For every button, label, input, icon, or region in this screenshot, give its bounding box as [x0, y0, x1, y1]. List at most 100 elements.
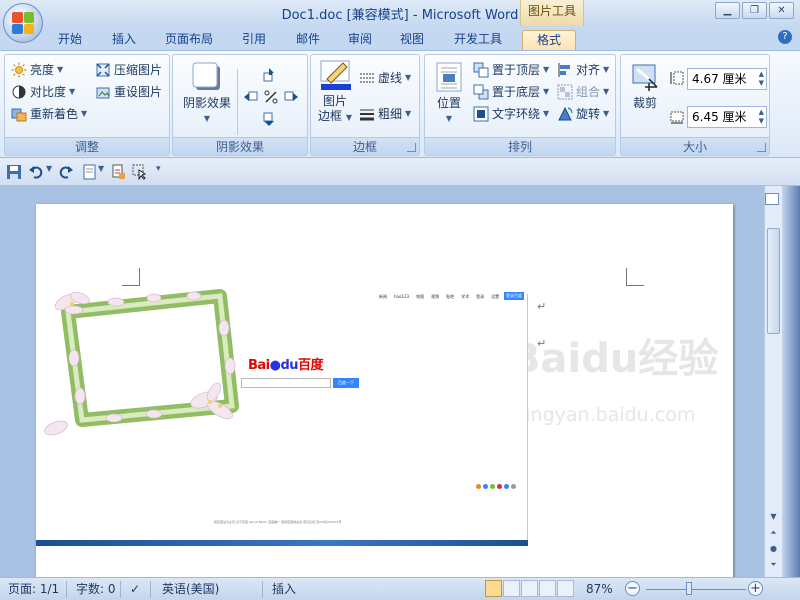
paragraph-mark: ↵ — [537, 300, 547, 313]
baidu-nav-item[interactable]: 登录 — [476, 294, 484, 300]
baidu-nav-item[interactable]: 新闻 — [379, 294, 387, 300]
weight-button[interactable]: 粗细 ▼ — [359, 105, 411, 122]
quick-access-toolbar: ▼ ▼ ▾ — [0, 158, 800, 186]
size-dialog-launcher-icon[interactable] — [757, 143, 766, 152]
align-label: 对齐 — [576, 63, 601, 77]
customize-toolbar-icon[interactable]: ▾ — [156, 164, 172, 180]
tab-developer[interactable]: 开发工具 — [446, 30, 510, 50]
text-wrap-icon — [473, 106, 489, 122]
zoom-out-button[interactable]: − — [625, 581, 640, 596]
shadow-effects-button[interactable]: 阴影效果 ▼ — [179, 61, 235, 126]
position-label: 位置 — [436, 96, 461, 110]
shadow-toggle-icon[interactable] — [263, 89, 279, 105]
print-layout-view-button[interactable] — [485, 580, 502, 597]
undo-icon[interactable] — [28, 164, 44, 180]
position-button[interactable]: 位置 ▼ — [429, 61, 469, 126]
save-icon[interactable] — [6, 164, 22, 180]
document-icon[interactable] — [82, 164, 98, 180]
rotate-icon — [557, 106, 573, 122]
nudge-left-icon[interactable] — [243, 89, 259, 105]
bring-front-icon — [473, 62, 489, 78]
baidu-search-button[interactable]: 百度一下 — [333, 378, 359, 388]
vertical-scrollbar[interactable]: ▲ ▼ ⏶ ● ⏷ — [764, 186, 782, 577]
text-wrapping-button[interactable]: 文字环绕 ▼ — [473, 105, 549, 122]
baidu-search-input[interactable] — [241, 378, 331, 388]
nudge-right-icon[interactable] — [283, 89, 299, 105]
tab-home[interactable]: 开始 — [50, 30, 90, 50]
quick-print-icon[interactable] — [110, 164, 126, 180]
scrollbar-thumb[interactable] — [767, 228, 780, 334]
office-button[interactable] — [3, 3, 43, 43]
zoom-slider-thumb[interactable] — [685, 582, 692, 595]
compress-pictures-button[interactable]: 压缩图片 — [95, 61, 162, 78]
redo-icon[interactable] — [58, 164, 74, 180]
bring-to-front-button[interactable]: 置于顶层 ▼ — [473, 61, 549, 78]
height-spinner-icon[interactable]: ▲ ▼ — [759, 70, 764, 88]
picture-border-button[interactable]: 图片 边框 ▼ — [315, 59, 355, 125]
tab-page-layout[interactable]: 页面布局 — [158, 30, 220, 50]
contrast-label: 对比度 — [30, 85, 67, 99]
baidu-nav-item[interactable]: 贴吧 — [446, 294, 454, 300]
baidu-login-button[interactable]: 登录百度 — [504, 292, 524, 300]
view-ruler-icon[interactable] — [765, 193, 779, 205]
shadow-group-label: 阴影效果 — [173, 137, 307, 155]
recolor-button[interactable]: 重新着色 ▼ — [11, 105, 87, 122]
height-value: 4.67 厘米 — [692, 72, 747, 86]
full-screen-reading-view-button[interactable] — [503, 580, 520, 597]
chevron-down-icon: ▼ — [405, 73, 412, 82]
restore-button[interactable]: ❐ — [742, 2, 767, 19]
brightness-button[interactable]: 亮度 ▼ — [11, 61, 63, 78]
baidu-footer: 把百度设为主页 关于百度 About Baidu 百度推广 使用百度前必读 意见… — [214, 520, 342, 524]
select-browse-object-icon[interactable]: ● — [767, 542, 780, 555]
chevron-down-icon: ▼ — [57, 65, 64, 74]
tab-references[interactable]: 引用 — [234, 30, 274, 50]
baidu-nav-item[interactable]: hao123 — [394, 294, 409, 300]
inserted-picture[interactable]: 新闻 hao123 地图 视频 贴吧 学术 登录 设置 更多产品 登录百度 Ba… — [36, 289, 528, 546]
contrast-button[interactable]: 对比度 ▼ — [11, 83, 75, 100]
baidu-paw-icon: ● — [269, 358, 281, 373]
tab-insert[interactable]: 插入 — [104, 30, 144, 50]
baidu-nav-item[interactable]: 学术 — [461, 294, 469, 300]
help-icon[interactable]: ? — [778, 30, 792, 44]
minimize-button[interactable]: ▁ — [715, 2, 740, 19]
align-button[interactable]: 对齐 ▼ — [557, 61, 609, 78]
height-input[interactable]: 4.67 厘米 ▲ ▼ — [687, 68, 767, 90]
send-to-back-button[interactable]: 置于底层 ▼ — [473, 83, 549, 100]
page-count[interactable]: 页面: 1/1 — [8, 581, 59, 598]
zoom-level[interactable]: 87% — [586, 581, 613, 598]
baidu-nav-item[interactable]: 视频 — [431, 294, 439, 300]
title-bar: Doc1.doc [兼容模式] - Microsoft Word 图片工具 ▁ … — [0, 0, 800, 26]
tab-format[interactable]: 格式 — [522, 30, 576, 50]
width-spinner-icon[interactable]: ▲ ▼ — [759, 108, 764, 126]
tab-mailings[interactable]: 邮件 — [288, 30, 328, 50]
zoom-slider[interactable] — [646, 589, 746, 590]
crop-button[interactable]: 裁剪 — [625, 61, 665, 111]
baidu-nav-item[interactable]: 地图 — [416, 294, 424, 300]
tab-view[interactable]: 视图 — [392, 30, 432, 50]
dashes-button[interactable]: 虚线 ▼ — [359, 69, 411, 86]
insert-mode[interactable]: 插入 — [272, 581, 296, 598]
draft-view-button[interactable] — [557, 580, 574, 597]
reset-picture-button[interactable]: 重设图片 — [95, 83, 162, 100]
outline-view-button[interactable] — [539, 580, 556, 597]
previous-page-icon[interactable]: ⏶ — [767, 526, 780, 539]
border-dialog-launcher-icon[interactable] — [407, 143, 416, 152]
language-indicator[interactable]: 英语(美国) — [162, 581, 219, 598]
close-button[interactable]: ✕ — [769, 2, 794, 19]
group-button[interactable]: 组合 ▼ — [557, 83, 609, 100]
baidu-nav-item[interactable]: 设置 — [491, 294, 499, 300]
web-layout-view-button[interactable] — [521, 580, 538, 597]
select-objects-icon[interactable] — [132, 164, 148, 181]
rotate-button[interactable]: 旋转 ▼ — [557, 105, 609, 122]
tab-review[interactable]: 审阅 — [340, 30, 380, 50]
nudge-down-icon[interactable] — [261, 111, 277, 127]
nudge-up-icon[interactable] — [261, 67, 277, 83]
word-count[interactable]: 字数: 0 — [76, 581, 116, 598]
zoom-in-button[interactable]: + — [748, 581, 763, 596]
chevron-down-icon: ▼ — [81, 109, 88, 118]
scroll-down-icon[interactable]: ▼ — [767, 510, 780, 523]
proofing-icon[interactable]: ✓ — [130, 581, 140, 598]
text-wrap-label: 文字环绕 — [492, 107, 541, 121]
width-input[interactable]: 6.45 厘米 ▲ ▼ — [687, 106, 767, 128]
next-page-icon[interactable]: ⏷ — [767, 558, 780, 571]
